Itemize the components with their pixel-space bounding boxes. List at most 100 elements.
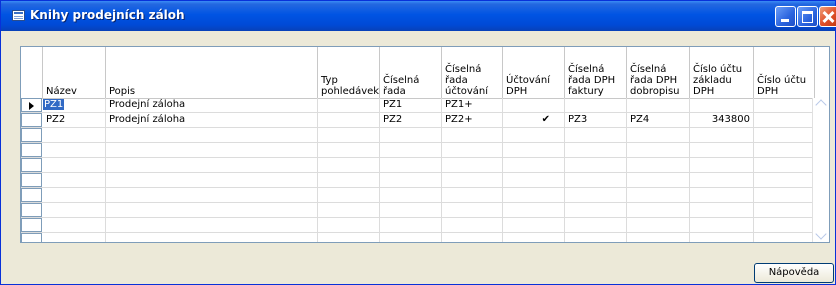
empty-cell[interactable] <box>690 158 754 173</box>
empty-cell[interactable] <box>627 203 690 218</box>
cell-nazev[interactable]: PZ1 <box>43 98 106 113</box>
empty-row[interactable] <box>21 158 815 173</box>
empty-cell[interactable] <box>754 143 815 158</box>
empty-row[interactable] <box>21 188 815 203</box>
row-selector[interactable] <box>21 143 42 157</box>
empty-cell[interactable] <box>442 158 503 173</box>
col-header-ciselna-rada[interactable]: Číselná řada <box>380 47 442 98</box>
empty-cell[interactable] <box>43 233 106 242</box>
cell-ucet-dph[interactable] <box>754 113 815 128</box>
empty-cell[interactable] <box>503 158 565 173</box>
col-header-ucet-dph[interactable]: Číslo účtu DPH <box>754 47 815 98</box>
close-button[interactable] <box>819 6 836 27</box>
empty-cell[interactable] <box>627 233 690 242</box>
cell-typ[interactable] <box>318 98 380 113</box>
empty-cell[interactable] <box>106 233 318 242</box>
row-selector[interactable] <box>21 98 42 112</box>
empty-cell[interactable] <box>318 233 380 242</box>
empty-cell[interactable] <box>503 203 565 218</box>
empty-cell[interactable] <box>318 218 380 233</box>
empty-cell[interactable] <box>442 173 503 188</box>
empty-cell[interactable] <box>442 128 503 143</box>
empty-cell[interactable] <box>627 128 690 143</box>
cell-rada[interactable]: PZ2 <box>380 113 442 128</box>
empty-cell[interactable] <box>318 188 380 203</box>
col-header-rada-uctovani[interactable]: Číselná řada účtování <box>442 47 503 98</box>
cell-ucet-zakladu[interactable]: 343800 <box>690 113 754 128</box>
empty-cell[interactable] <box>690 233 754 242</box>
table-row[interactable]: PZ2 Prodejní záloha PZ2 PZ2+ ✔ PZ3 PZ4 3… <box>21 113 815 128</box>
empty-cell[interactable] <box>503 173 565 188</box>
empty-cell[interactable] <box>318 128 380 143</box>
cell-nazev[interactable]: PZ2 <box>43 113 106 128</box>
empty-cell[interactable] <box>565 203 627 218</box>
cell-popis[interactable]: Prodejní záloha <box>106 113 318 128</box>
empty-cell[interactable] <box>690 143 754 158</box>
empty-cell[interactable] <box>754 173 815 188</box>
empty-cell[interactable] <box>565 233 627 242</box>
cell-rada-uctovani[interactable]: PZ1+ <box>442 98 503 113</box>
empty-cell[interactable] <box>754 233 815 242</box>
empty-row[interactable] <box>21 128 815 143</box>
empty-cell[interactable] <box>442 143 503 158</box>
col-header-rada-dph-faktury[interactable]: Číselná řada DPH faktury <box>565 47 627 98</box>
cell-rada-dobropisu[interactable] <box>627 98 690 113</box>
empty-cell[interactable] <box>380 143 442 158</box>
empty-cell[interactable] <box>43 188 106 203</box>
empty-cell[interactable] <box>380 218 442 233</box>
minimize-button[interactable] <box>775 6 796 27</box>
empty-cell[interactable] <box>754 218 815 233</box>
empty-cell[interactable] <box>43 128 106 143</box>
row-selector[interactable] <box>21 233 42 242</box>
empty-cell[interactable] <box>627 143 690 158</box>
empty-cell[interactable] <box>43 218 106 233</box>
empty-cell[interactable] <box>380 203 442 218</box>
empty-cell[interactable] <box>380 173 442 188</box>
cell-rada-faktury[interactable]: PZ3 <box>565 113 627 128</box>
empty-cell[interactable] <box>43 143 106 158</box>
row-selector[interactable] <box>21 113 42 127</box>
empty-cell[interactable] <box>690 203 754 218</box>
vertical-scrollbar[interactable] <box>812 98 829 242</box>
empty-cell[interactable] <box>754 188 815 203</box>
empty-row[interactable] <box>21 143 815 158</box>
col-header-rada-dph-dobropisu[interactable]: Číselná řada DPH dobropisu <box>627 47 690 98</box>
empty-cell[interactable] <box>690 218 754 233</box>
empty-cell[interactable] <box>565 188 627 203</box>
col-header-uctovani-dph[interactable]: Účtování DPH <box>503 47 565 98</box>
empty-row[interactable] <box>21 203 815 218</box>
cell-popis[interactable]: Prodejní záloha <box>106 98 318 113</box>
empty-cell[interactable] <box>627 158 690 173</box>
help-button[interactable]: Nápověda <box>754 263 834 283</box>
empty-cell[interactable] <box>43 158 106 173</box>
empty-cell[interactable] <box>627 218 690 233</box>
col-header-popis[interactable]: Popis <box>106 47 318 98</box>
empty-cell[interactable] <box>442 218 503 233</box>
empty-cell[interactable] <box>106 158 318 173</box>
empty-cell[interactable] <box>754 128 815 143</box>
empty-cell[interactable] <box>503 233 565 242</box>
empty-cell[interactable] <box>690 128 754 143</box>
cell-rada-faktury[interactable] <box>565 98 627 113</box>
cell-uctovani-dph[interactable] <box>503 98 565 113</box>
empty-cell[interactable] <box>565 173 627 188</box>
empty-cell[interactable] <box>106 188 318 203</box>
empty-cell[interactable] <box>106 203 318 218</box>
empty-cell[interactable] <box>318 143 380 158</box>
empty-row[interactable] <box>21 233 815 242</box>
col-header-nazev[interactable]: Název <box>43 47 106 98</box>
empty-cell[interactable] <box>442 233 503 242</box>
empty-cell[interactable] <box>106 143 318 158</box>
empty-cell[interactable] <box>627 188 690 203</box>
empty-row[interactable] <box>21 218 815 233</box>
empty-cell[interactable] <box>43 203 106 218</box>
empty-cell[interactable] <box>318 158 380 173</box>
empty-cell[interactable] <box>442 203 503 218</box>
row-selector[interactable] <box>21 203 42 217</box>
empty-row[interactable] <box>21 173 815 188</box>
cell-typ[interactable] <box>318 113 380 128</box>
cell-ucet-zakladu[interactable] <box>690 98 754 113</box>
checkmark-icon[interactable]: ✔ <box>503 113 565 128</box>
empty-cell[interactable] <box>754 158 815 173</box>
empty-cell[interactable] <box>690 173 754 188</box>
